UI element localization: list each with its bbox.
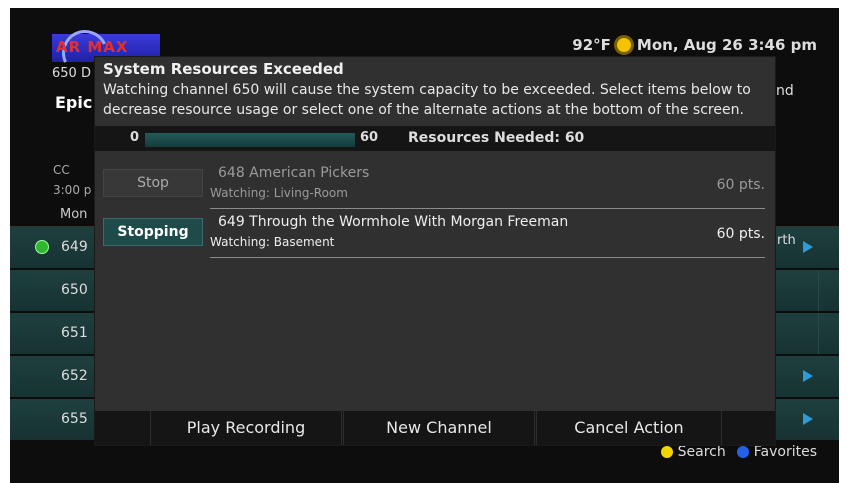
arrow-right-icon <box>803 370 813 382</box>
resources-exceeded-dialog: System Resources Exceeded Watching chann… <box>95 57 775 445</box>
item-title: 649 Through the Wormhole With Morgan Fre… <box>218 214 569 230</box>
logo-text: AR MAX <box>56 38 129 56</box>
new-channel-button[interactable]: New Channel <box>343 411 535 445</box>
resource-item: Stopping 649 Through the Wormhole With M… <box>95 210 775 258</box>
legend-favorites: Favorites <box>753 444 817 460</box>
guide-cell-divider <box>818 313 819 354</box>
tv-screen: AR MAX 92°F Mon, Aug 26 3:46 pm 650 D Ep… <box>10 8 839 483</box>
guide-channel-number: 651 <box>61 325 88 341</box>
dialog-title: System Resources Exceeded <box>103 60 344 78</box>
resource-fill <box>145 133 355 147</box>
item-subtitle: Watching: Basement <box>210 235 335 249</box>
play-recording-button[interactable]: Play Recording <box>150 411 342 445</box>
cc-indicator: CC <box>53 163 70 177</box>
guide-program-snippet: rth <box>777 233 796 248</box>
show-info-snippet: nd <box>776 83 794 99</box>
resource-min: 0 <box>130 130 140 145</box>
arrow-right-icon <box>803 413 813 425</box>
legend-search: Search <box>677 444 726 460</box>
channel-name: 650 D <box>52 66 91 81</box>
stop-button[interactable]: Stop <box>103 169 203 197</box>
item-subtitle: Watching: Living-Room <box>210 186 348 200</box>
item-title: 648 American Pickers <box>218 165 370 181</box>
show-title: Epic <box>55 93 93 112</box>
item-divider <box>210 257 765 258</box>
resource-max: 60 <box>360 130 379 145</box>
recording-icon <box>35 240 49 254</box>
cancel-action-button[interactable]: Cancel Action <box>536 411 722 445</box>
resources-needed: Resources Needed: 60 <box>408 130 585 146</box>
guide-channel-number: 649 <box>61 239 88 255</box>
date-time: Mon, Aug 26 3:46 pm <box>636 36 817 54</box>
sun-icon <box>616 38 631 52</box>
resource-meter: 0 60 Resources Needed: 60 <box>95 126 775 151</box>
item-divider <box>210 208 765 209</box>
arrow-right-icon <box>803 241 813 253</box>
guide-day-header: Mon <box>60 207 88 222</box>
guide-channel-number: 655 <box>61 411 88 427</box>
blue-button-icon <box>736 446 749 458</box>
dialog-message: Watching channel 650 will cause the syst… <box>103 82 751 118</box>
guide-cell-divider <box>818 270 819 311</box>
item-points: 60 pts. <box>716 226 765 242</box>
show-time: 3:00 p <box>53 183 92 197</box>
resource-track <box>145 133 355 147</box>
item-points: 60 pts. <box>716 177 765 193</box>
stopping-button[interactable]: Stopping <box>103 218 203 246</box>
temperature: 92°F <box>572 36 611 54</box>
guide-channel-number: 652 <box>61 368 88 384</box>
dialog-actions: Play Recording New Channel Cancel Action <box>95 411 775 445</box>
status-bar: 92°F Mon, Aug 26 3:46 pm <box>572 36 817 54</box>
guide-channel-number: 650 <box>61 282 88 298</box>
button-legend: Search Favorites <box>660 444 817 460</box>
resource-item: Stop 648 American Pickers Watching: Livi… <box>95 161 775 209</box>
yellow-button-icon <box>660 446 673 458</box>
